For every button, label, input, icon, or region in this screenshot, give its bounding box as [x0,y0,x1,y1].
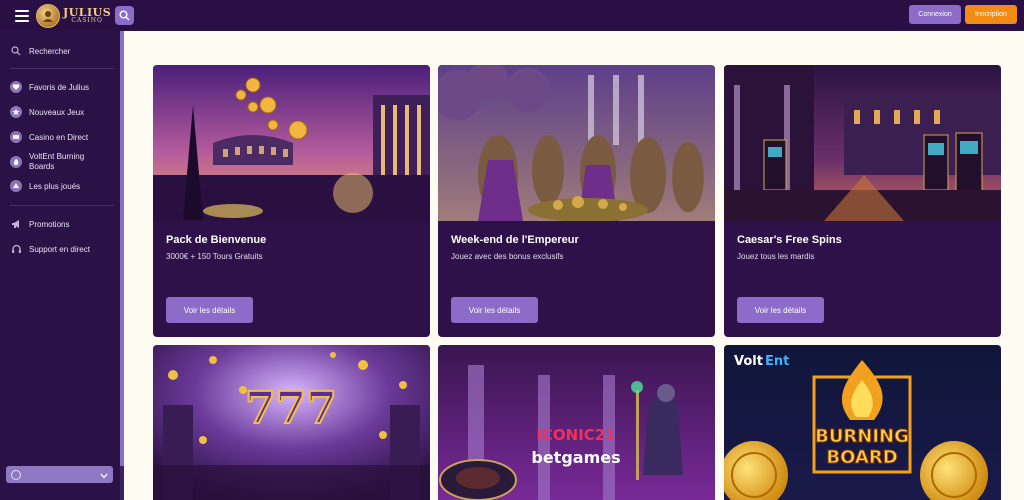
search-icon [119,10,130,21]
sidebar-item-label: Les plus joués [29,181,81,191]
promo-tile-burning-board[interactable]: Volt Ent BURNING BOARD [724,345,1001,500]
menu-icon[interactable] [15,9,29,22]
fire-icon [10,156,22,168]
iconic21-logo: ICONIC21 [536,426,615,444]
promo-title: Caesar's Free Spins [737,234,842,246]
sidebar-item-support[interactable]: Support en direct [10,243,90,255]
burning-title: BURNING [815,426,909,447]
promo-card-emperor-weekend[interactable]: Week-end de l'Empereur Jouez avec des bo… [438,65,715,337]
view-details-button[interactable]: Voir les détails [737,297,824,323]
sidebar-item-label: Favoris de Julius [29,82,90,92]
betgames-image: ICONIC21 betgames [438,345,715,500]
logo[interactable]: JULIUS CASINO [36,3,111,28]
sidebar-item-label: Nouveaux Jeux [29,107,85,117]
divider [10,68,114,69]
sidebar-search-label: Rechercher [29,46,71,56]
sidebar-item-new-games[interactable]: Nouveaux Jeux [10,106,84,118]
rome-sunset-image [153,65,430,221]
sidebar-item-label: Support en direct [29,244,90,254]
sidebar [0,31,120,500]
sidebar-item-live-casino[interactable]: Casino en Direct [10,131,88,143]
live-casino-icon [10,131,22,143]
headset-icon [10,243,22,255]
promo-tile-betgames[interactable]: ICONIC21 betgames [438,345,715,500]
betgames-logo: betgames [531,448,620,467]
header-search-button[interactable] [115,6,135,25]
promo-title: Pack de Bienvenue [166,234,267,246]
register-button[interactable]: Inscription [965,5,1017,24]
sidebar-item-promotions[interactable]: Promotions [10,218,69,230]
sidebar-scrollbar-track [120,466,124,500]
voltent-logo-part2: Ent [765,354,789,369]
slot-777-image: 777 [153,345,430,500]
promo-subtitle: Jouez avec des bonus exclusifs [451,252,564,261]
roman-feast-image [438,65,715,221]
promo-subtitle: Jouez tous les mardis [737,252,815,261]
language-select[interactable] [6,466,113,483]
promo-tile-slots[interactable]: 777 [153,345,430,500]
megaphone-icon [10,218,22,230]
top-header: JULIUS CASINO Connexion Inscription [0,0,1024,31]
slot-symbols: 777 [245,383,337,434]
sidebar-scrollbar[interactable] [120,31,124,466]
trending-icon [10,180,22,192]
sidebar-item-favorites[interactable]: Favoris de Julius [10,81,89,93]
julius-coin-icon [36,3,60,28]
sidebar-item-most-played[interactable]: Les plus joués [10,180,80,192]
promo-card-free-spins[interactable]: Caesar's Free Spins Jouez tous les mardi… [724,65,1001,337]
sidebar-item-burning-boards[interactable]: VoltEnt Burning Boards [10,152,95,172]
sidebar-item-label: Casino en Direct [29,132,89,142]
login-button[interactable]: Connexion [909,5,961,24]
globe-icon [11,469,21,480]
promo-subtitle: 3000€ + 150 Tours Gratuits [166,252,263,261]
divider [10,205,114,206]
star-icon [10,106,22,118]
sidebar-search[interactable]: Rechercher [10,45,70,57]
view-details-button[interactable]: Voir les détails [451,297,538,323]
promo-title: Week-end de l'Empereur [451,234,579,246]
sidebar-item-label: VoltEnt Burning Boards [29,152,85,171]
promo-card-welcome[interactable]: Pack de Bienvenue 3000€ + 150 Tours Grat… [153,65,430,337]
view-details-button[interactable]: Voir les détails [166,297,253,323]
burning-board-image: Volt Ent BURNING BOARD [724,345,1001,500]
chevron-down-icon [100,466,108,484]
board-title: BOARD [826,447,897,468]
heart-icon [10,81,22,93]
sidebar-item-label: Promotions [29,219,70,229]
search-icon [10,45,22,57]
voltent-logo-part1: Volt [734,354,763,369]
casino-palace-image [724,65,1001,221]
